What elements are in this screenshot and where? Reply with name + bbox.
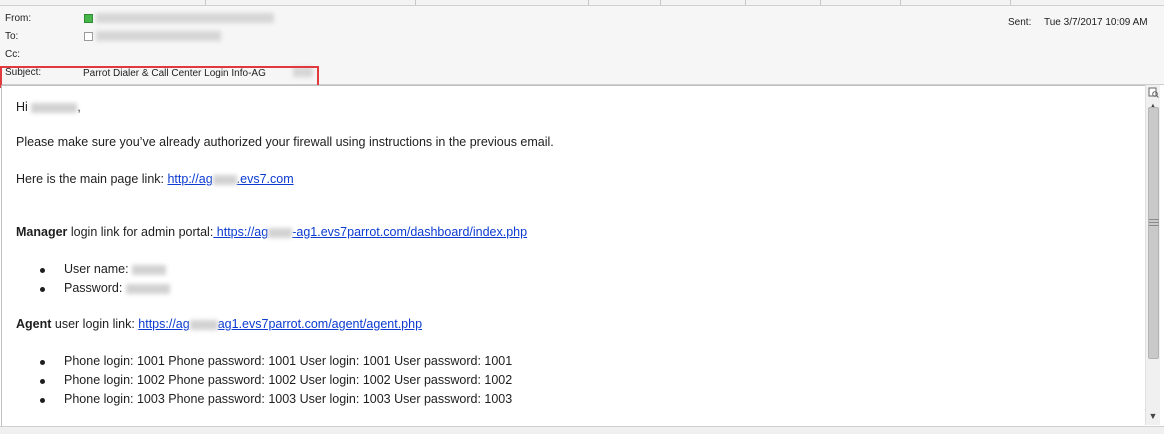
phone-login-item: Phone login: 1002 Phone password: 1002 U… [64,373,513,387]
manager-username-item: User name: [64,262,167,276]
greeting-text: Hi [16,100,28,114]
message-body: Hi , Please make sure you’ve already aut… [1,85,1145,427]
thumb-grip [1149,219,1159,220]
manager-password-item: Password: [64,281,170,295]
message-header: From: To: Cc: Subject: Parrot Dialer & C… [0,6,1164,88]
manager-link-line: Manager login link for admin portal: htt… [16,225,527,239]
recipient-name-redacted[interactable] [96,31,221,41]
column-divider [745,0,746,5]
greeting-line: Hi , [16,100,81,114]
firewall-instruction: Please make sure you’ve already authoriz… [16,135,554,149]
thumb-grip [1149,225,1159,226]
scroll-down-arrow-icon[interactable]: ▼ [1146,409,1160,423]
column-divider [1010,0,1011,5]
agent-login-link[interactable]: https://ag ag1.evs7parrot.com/agent/agent… [138,317,422,331]
main-link-line: Here is the main page link: http://ag .ev… [16,172,294,186]
sent-timestamp: Tue 3/7/2017 10:09 AM [1044,17,1148,28]
column-divider [820,0,821,5]
scrollbar-thumb[interactable] [1148,107,1159,359]
agent-label: Agent [16,317,52,331]
main-link-prefix: Here is the main page link: [16,172,168,186]
bullet [40,268,45,273]
phone-login-item: Phone login: 1003 Phone password: 1003 U… [64,392,513,406]
column-divider [415,0,416,5]
bullet [40,287,45,292]
column-divider [205,0,206,5]
bullet [40,379,45,384]
column-divider [660,0,661,5]
recipient-status-icon [84,32,93,41]
greeting-punct: , [77,100,81,114]
manager-label: Manager [16,225,68,239]
agent-link-line: Agent user login link: https://ag ag1.evs… [16,317,422,331]
to-label: To: [5,31,19,42]
agent-link-prefix: user login link: [51,317,139,331]
bullet [40,398,45,403]
main-page-link[interactable]: http://ag .evs7.com [167,172,293,186]
recipient-name-redacted [31,102,78,113]
bullet [40,360,45,365]
from-label: From: [5,13,32,24]
manager-link-prefix: login link for admin portal: [67,225,214,239]
phone-login-item: Phone login: 1001 Phone password: 1001 U… [64,354,513,368]
cc-label: Cc: [5,49,20,60]
sender-name-redacted[interactable] [96,13,274,23]
sent-label: Sent: [1008,17,1032,28]
vertical-scrollbar[interactable]: ▲ ▼ [1145,85,1160,425]
column-divider [900,0,901,5]
column-divider [588,0,589,5]
presence-status-icon[interactable] [84,14,93,23]
manager-portal-link[interactable]: https://ag -ag1.evs7parrot.com/dashboard/… [213,225,527,239]
thumb-grip [1149,222,1159,223]
